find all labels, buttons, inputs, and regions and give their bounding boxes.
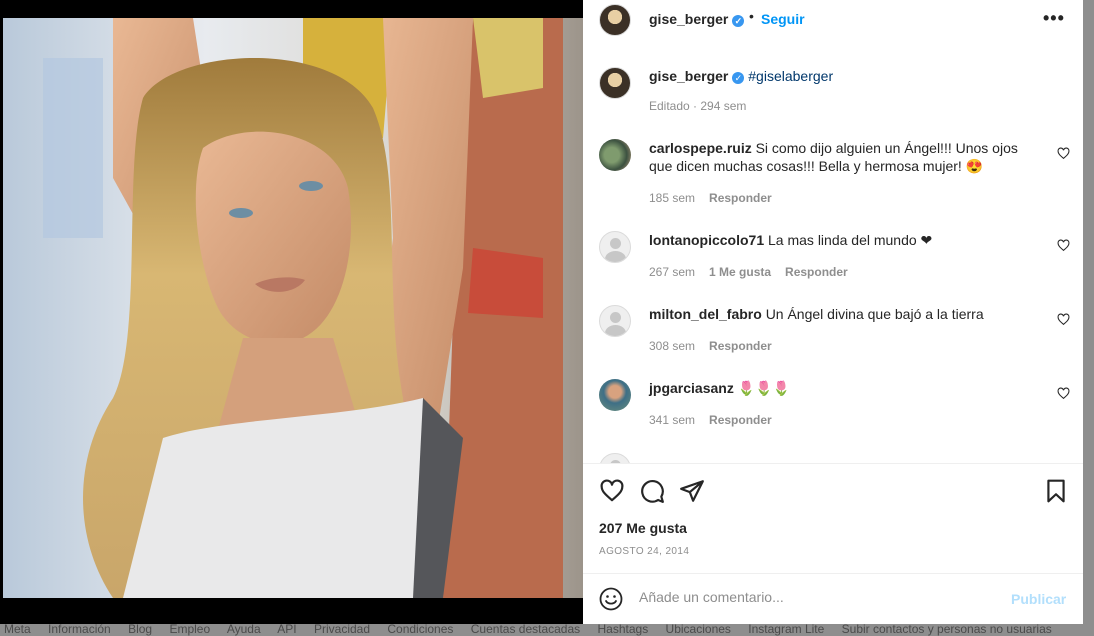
comment-meta: 267 sem 1 Me gusta Responder [649,265,848,279]
paper-plane-icon[interactable] [679,478,705,504]
footer-link[interactable]: Meta [4,622,31,636]
more-options-icon[interactable]: ••• [1043,8,1065,29]
publish-button[interactable]: Publicar [1011,591,1066,607]
comment-time[interactable]: 308 sem [649,339,695,353]
reply-button[interactable]: Responder [709,413,772,427]
commenter-username[interactable]: lontanopiccolo71 [649,232,764,248]
author-username[interactable]: gise_berger ✓ [649,11,745,27]
comment-input[interactable] [639,589,999,605]
commenter-username[interactable]: milton_del_fabro [649,306,762,322]
comment-meta: 185 sem Responder [649,191,772,205]
smiley-icon[interactable] [599,587,623,611]
follow-button[interactable]: Seguir [761,11,805,27]
verified-badge-icon: ✓ [732,72,745,84]
photo-illustration [3,18,583,598]
footer-link[interactable]: Privacidad [314,622,370,636]
add-comment-bar: Publicar [583,573,1083,624]
comment-time[interactable]: 341 sem [649,413,695,427]
reply-button[interactable]: Responder [709,191,772,205]
comment-body: La mas linda del mundo ❤ [768,232,933,248]
comment-like-heart-icon[interactable] [1057,387,1070,400]
comments-list[interactable]: gise_berger ✓ #giselaberger Editado · 294… [583,51,1083,463]
commenter-username[interactable]: jpgarciasanz [649,380,734,396]
comment-meta: 308 sem Responder [649,339,772,353]
comment-like-heart-icon[interactable] [1057,147,1070,160]
verified-badge-icon: ✓ [732,15,745,27]
comment-text: carlospepe.ruiz Si como dijo alguien un … [649,139,1039,175]
caption: gise_berger ✓ #giselaberger Editado · 294… [583,67,1083,127]
comment-body: 🌷🌷🌷 [737,380,791,396]
comment-text: milton_del_fabro Un Ángel divina que baj… [649,305,1039,323]
separator-dot: • [749,8,754,24]
commenter-avatar[interactable] [599,453,631,463]
post-photo[interactable] [3,18,583,598]
caption-text: gise_berger ✓ #giselaberger [649,67,1039,85]
comment-time[interactable]: 267 sem [649,265,695,279]
comment-body: Un Ángel divina que bajó a la tierra [765,306,984,322]
comment-bubble-icon[interactable] [639,478,665,504]
comment-likes-count[interactable]: 1 Me gusta [709,265,771,279]
comment-item: lontanopiccolo71 La mas linda del mundo … [583,231,1083,281]
caption-avatar[interactable] [599,67,631,99]
comment-text: lontanopiccolo71 La mas linda del mundo … [649,231,1039,249]
comment-item-partial [583,453,1083,463]
commenter-avatar[interactable] [599,305,631,337]
likes-count[interactable]: 207 Me gusta [599,520,687,536]
comment-item: jpgarciasanz 🌷🌷🌷 341 sem Responder [583,379,1083,429]
footer-link[interactable]: Ubicaciones [666,622,731,636]
post-photo-area [0,0,583,624]
footer-link[interactable]: Condiciones [387,622,453,636]
footer-link[interactable]: Empleo [169,622,210,636]
caption-meta: Editado · 294 sem [649,99,747,113]
commenter-username[interactable]: carlospepe.ruiz [649,140,752,156]
footer-link[interactable]: Información [48,622,111,636]
footer-link[interactable]: Blog [128,622,152,636]
commenter-avatar[interactable] [599,139,631,171]
post-modal: gise_berger ✓ • Seguir ••• gise_berger ✓ #… [0,0,1083,624]
footer-link[interactable]: Subir contactos y personas no usuarias [842,622,1052,636]
comment-like-heart-icon[interactable] [1057,239,1070,252]
comment-item: carlospepe.ruiz Si como dijo alguien un … [583,139,1083,209]
comment-text: jpgarciasanz 🌷🌷🌷 [649,379,1039,397]
reply-button[interactable]: Responder [709,339,772,353]
reply-button[interactable]: Responder [785,265,848,279]
comment-item: milton_del_fabro Un Ángel divina que baj… [583,305,1083,355]
caption-username[interactable]: gise_berger [649,68,728,84]
author-username-text[interactable]: gise_berger [649,11,728,27]
post-header: gise_berger ✓ • Seguir ••• [583,0,1083,36]
post-side-panel: gise_berger ✓ • Seguir ••• gise_berger ✓ #… [583,0,1083,624]
footer-link[interactable]: Ayuda [227,622,261,636]
caption-hashtag[interactable]: #giselaberger [748,68,833,84]
author-avatar[interactable] [599,4,631,36]
comment-like-heart-icon[interactable] [1057,313,1070,326]
bookmark-icon[interactable] [1043,478,1069,504]
heart-icon[interactable] [599,478,625,504]
post-date[interactable]: AGOSTO 24, 2014 [599,546,689,557]
footer-link[interactable]: API [277,622,296,636]
comment-time[interactable]: 185 sem [649,191,695,205]
page-footer: Meta Información Blog Empleo Ayuda API P… [0,622,1094,636]
commenter-avatar[interactable] [599,231,631,263]
commenter-avatar[interactable] [599,379,631,411]
comment-meta: 341 sem Responder [649,413,772,427]
post-actions: 207 Me gusta AGOSTO 24, 2014 [583,463,1083,573]
footer-link[interactable]: Cuentas destacadas [471,622,580,636]
footer-link[interactable]: Hashtags [598,622,649,636]
footer-link[interactable]: Instagram Lite [748,622,824,636]
